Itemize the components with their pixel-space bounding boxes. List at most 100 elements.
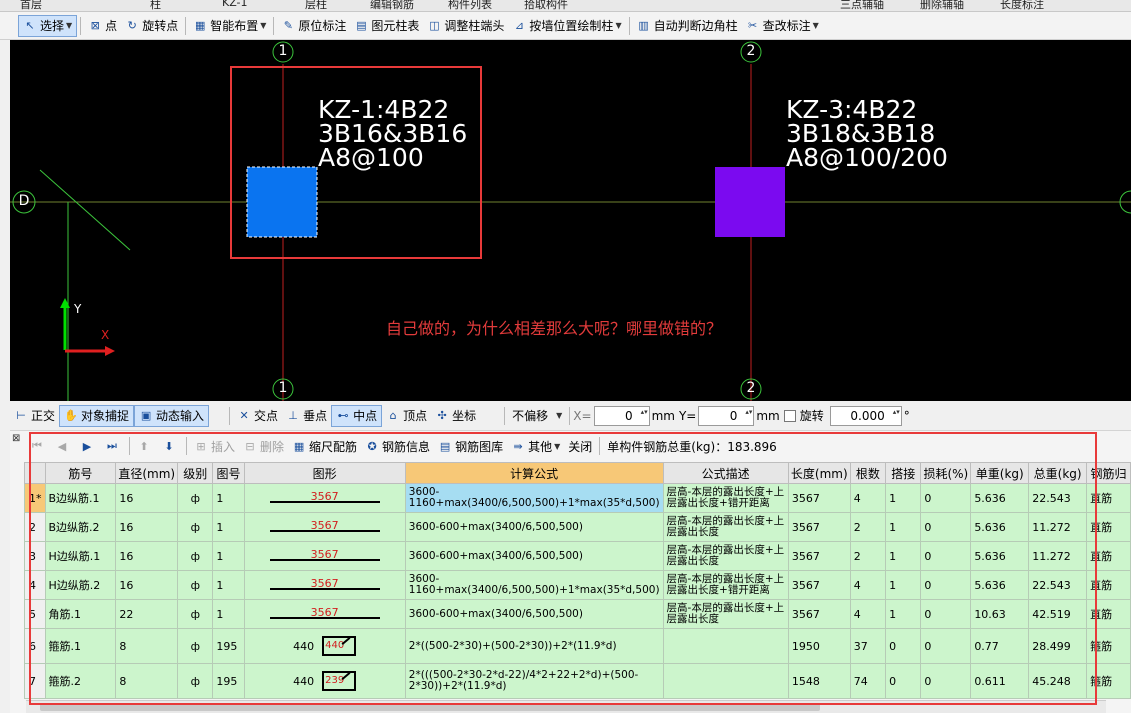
edit-rebar-button[interactable]: 编辑钢筋 xyxy=(370,0,414,11)
dynamic-input-toggle[interactable]: ▣ 动态输入 xyxy=(134,404,210,427)
grade-cell[interactable]: ф xyxy=(177,599,214,629)
move-down-button[interactable]: ⬇ xyxy=(158,435,183,457)
unit-weight-cell[interactable]: 0.611 xyxy=(970,663,1030,699)
col-header-lap[interactable]: 搭接 xyxy=(885,462,922,484)
lap-cell[interactable]: 0 xyxy=(885,628,922,664)
figure-no-cell[interactable]: 1 xyxy=(212,483,245,513)
rebar-type-cell[interactable]: 直筋 xyxy=(1086,512,1131,542)
column-kz1[interactable] xyxy=(246,166,318,238)
col-header-formula-desc[interactable]: 公式描述 xyxy=(662,462,789,484)
shape-cell[interactable]: 3567 xyxy=(243,483,406,513)
figure-no-cell[interactable]: 1 xyxy=(212,570,245,600)
formula-desc-cell[interactable]: 层高-本层的露出长度+上层露出长度 xyxy=(662,541,789,571)
midpoint-snap[interactable]: ⊷ 中点 xyxy=(331,404,383,427)
row-index-cell[interactable]: 5 xyxy=(24,599,46,629)
bar-no-cell[interactable]: 箍筋.1 xyxy=(44,628,117,664)
intersection-snap[interactable]: ✕ 交点 xyxy=(233,405,282,427)
diameter-cell[interactable]: 8 xyxy=(115,628,179,664)
bar-no-cell[interactable]: 角筋.1 xyxy=(44,599,117,629)
diameter-cell[interactable]: 8 xyxy=(115,663,179,699)
formula-cell[interactable]: 3600-600+max(3400/6,500,500) xyxy=(404,541,664,571)
total-weight-cell[interactable]: 11.272 xyxy=(1028,541,1088,571)
row-index-cell[interactable]: 7 xyxy=(24,663,46,699)
y-offset-input[interactable]: 0 xyxy=(698,405,755,426)
grade-cell[interactable]: ф xyxy=(177,663,214,699)
row-index-cell[interactable]: 3 xyxy=(24,541,46,571)
lap-cell[interactable]: 1 xyxy=(885,599,922,629)
loss-cell[interactable]: 0 xyxy=(920,599,972,629)
diameter-cell[interactable]: 16 xyxy=(115,483,179,513)
delete-axis-button[interactable]: 删除辅轴 xyxy=(920,0,964,11)
three-point-axis-button[interactable]: 三点辅轴 xyxy=(840,0,884,11)
col-header-figure-no[interactable]: 图号 xyxy=(212,462,245,484)
other-button[interactable]: ⇛ 其他 ▼ xyxy=(507,435,564,457)
lap-cell[interactable]: 0 xyxy=(885,663,922,699)
unit-weight-cell[interactable]: 5.636 xyxy=(970,483,1030,513)
rotate-checkbox[interactable] xyxy=(783,409,796,422)
diameter-cell[interactable]: 22 xyxy=(115,599,179,629)
diameter-cell[interactable]: 16 xyxy=(115,570,179,600)
wall-position-column-button[interactable]: ⊿ 按墙位置绘制柱 ▼ xyxy=(508,15,625,37)
perpendicular-snap[interactable]: ⊥ 垂点 xyxy=(282,405,331,427)
row-index-cell[interactable]: 1* xyxy=(24,483,46,513)
length-cell[interactable]: 3567 xyxy=(787,570,851,600)
formula-desc-cell[interactable]: 层高-本层的露出长度+上层露出长度+错开距离 xyxy=(662,570,789,600)
count-cell[interactable]: 2 xyxy=(849,512,887,542)
formula-cell[interactable]: 3600-600+max(3400/6,500,500) xyxy=(404,512,664,542)
formula-cell[interactable]: 3600-1160+max(3400/6,500,500)+1*max(35*d… xyxy=(404,483,664,513)
rebar-type-cell[interactable]: 直筋 xyxy=(1086,483,1131,513)
layer-column-button[interactable]: 层柱 xyxy=(305,0,327,11)
formula-cell[interactable]: 2*((500-2*30)+(500-2*30))+2*(11.9*d) xyxy=(404,628,664,664)
grade-cell[interactable]: ф xyxy=(177,483,214,513)
formula-cell[interactable]: 3600-1160+max(3400/6,500,500)+1*max(35*d… xyxy=(404,570,664,600)
shape-cell[interactable]: 3567 xyxy=(243,541,406,571)
floor-select[interactable]: 首层 xyxy=(20,0,42,11)
point-button[interactable]: ⊠ 点 xyxy=(84,15,121,37)
unit-weight-cell[interactable]: 10.63 xyxy=(970,599,1030,629)
shape-cell[interactable]: 3567 xyxy=(243,570,406,600)
table-row[interactable]: 1* B边纵筋.1 16 ф 1 3567 3600-1160+max(3400/6,500… xyxy=(24,483,1131,513)
offset-select[interactable]: 不偏移 ▼ xyxy=(508,405,566,427)
pick-component-button[interactable]: 拾取构件 xyxy=(524,0,568,11)
drawing-canvas[interactable]: 1 2 1 2 D KZ-1:4B22 3B16&3B16 A8@100 KZ-3:… xyxy=(10,40,1131,401)
grade-cell[interactable]: ф xyxy=(177,541,214,571)
smart-layout-button[interactable]: ▦ 智能布置 ▼ xyxy=(189,15,270,37)
in-place-annotation-button[interactable]: ✎ 原位标注 xyxy=(277,15,350,37)
bar-no-cell[interactable]: B边纵筋.1 xyxy=(44,483,117,513)
component-list-button[interactable]: 构件列表 xyxy=(448,0,492,11)
row-index-cell[interactable]: 2 xyxy=(24,512,46,542)
formula-cell[interactable]: 3600-600+max(3400/6,500,500) xyxy=(404,599,664,629)
bar-no-cell[interactable]: 箍筋.2 xyxy=(44,663,117,699)
row-index-cell[interactable]: 6 xyxy=(24,628,46,664)
delete-button[interactable]: ⊟ 删除 xyxy=(239,435,288,457)
prev-record-button[interactable]: ◀ xyxy=(51,435,76,457)
length-cell[interactable]: 1950 xyxy=(787,628,851,664)
unit-weight-cell[interactable]: 5.636 xyxy=(970,570,1030,600)
col-header-bar-no[interactable]: 筋号 xyxy=(44,462,117,484)
count-cell[interactable]: 37 xyxy=(849,628,887,664)
object-snap-toggle[interactable]: ✋ 对象捕捉 xyxy=(59,404,135,427)
length-cell[interactable]: 3567 xyxy=(787,483,851,513)
vertex-snap[interactable]: ⌂ 顶点 xyxy=(382,405,431,427)
col-header-shape[interactable]: 图形 xyxy=(243,462,406,484)
rebar-info-button[interactable]: ✪ 钢筋信息 xyxy=(361,435,434,457)
loss-cell[interactable]: 0 xyxy=(920,628,972,664)
first-record-button[interactable]: ⏮ xyxy=(26,435,51,457)
rebar-library-button[interactable]: ▤ 钢筋图库 xyxy=(434,435,507,457)
loss-cell[interactable]: 0 xyxy=(920,541,972,571)
bar-no-cell[interactable]: H边纵筋.1 xyxy=(44,541,117,571)
col-header-total-weight[interactable]: 总重(kg) xyxy=(1028,462,1088,484)
table-row[interactable]: 3 H边纵筋.1 16 ф 1 3567 3600-600+max(3400/6,500,5… xyxy=(24,541,1131,571)
bar-no-cell[interactable]: B边纵筋.2 xyxy=(44,512,117,542)
col-header-rebar-type[interactable]: 钢筋归 xyxy=(1086,462,1131,484)
grade-cell[interactable]: ф xyxy=(177,512,214,542)
shape-cell[interactable]: 440 239 xyxy=(243,663,406,699)
count-cell[interactable]: 4 xyxy=(849,483,887,513)
shape-cell[interactable]: 3567 xyxy=(243,512,406,542)
loss-cell[interactable]: 0 xyxy=(920,663,972,699)
scrollbar-thumb[interactable] xyxy=(40,703,820,711)
rebar-type-cell[interactable]: 箍筋 xyxy=(1086,628,1131,664)
next-record-button[interactable]: ▶ xyxy=(76,435,101,457)
rebar-type-cell[interactable]: 直筋 xyxy=(1086,599,1131,629)
loss-cell[interactable]: 0 xyxy=(920,512,972,542)
